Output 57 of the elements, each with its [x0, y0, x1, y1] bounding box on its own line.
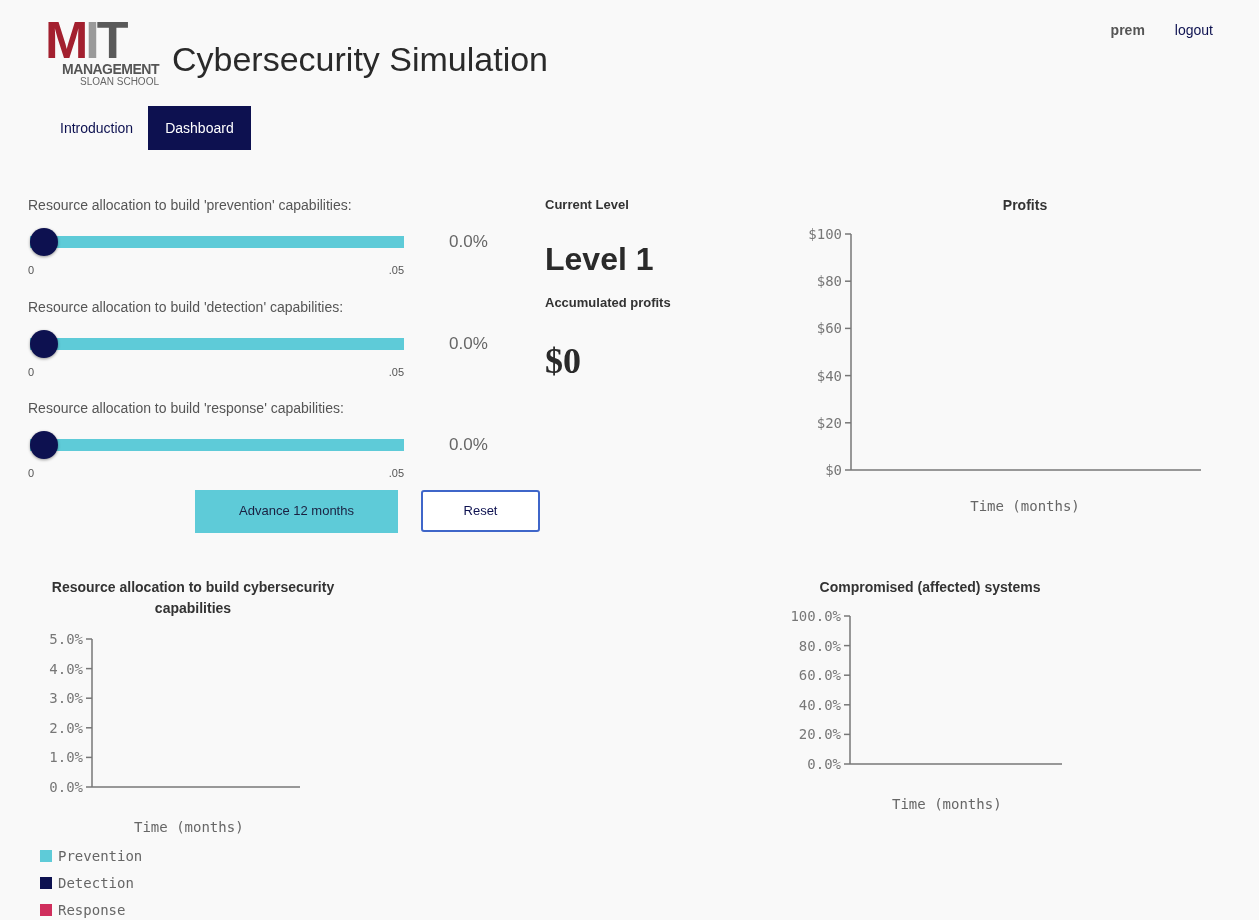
logout-link[interactable]: logout [1174, 20, 1213, 41]
level-value: Level 1 [545, 239, 655, 279]
legend-label: Detection [58, 873, 134, 893]
slider-thumb[interactable] [30, 431, 58, 459]
tick-label: 100.0% [790, 607, 841, 624]
tick-label: $100 [808, 226, 842, 242]
tick-label: $40 [816, 367, 842, 384]
slider-min-label: 0 [28, 263, 35, 278]
advance-button[interactable]: Advance 12 months [195, 489, 398, 533]
reset-button[interactable]: Reset [421, 489, 540, 532]
current-level-heading: Current Level [545, 196, 630, 214]
tick-label: 1.0% [49, 748, 83, 765]
slider-thumb[interactable] [30, 329, 58, 358]
tick-label: 40.0% [798, 696, 841, 713]
tick-label: 80.0% [798, 637, 841, 654]
slider-label: Resource allocation to build 'prevention' capabilities: [28, 196, 353, 215]
slider-min-label: 0 [28, 466, 35, 481]
slider-label: Resource allocation to build 'response' capabilities: [28, 399, 345, 418]
chart-title: Resource allocation to build cybersecurity capabilities [50, 577, 336, 618]
profits-heading: Accumulated profits [545, 293, 672, 312]
nav-tab[interactable]: Dashboard [148, 106, 251, 150]
slider-value: 0.0% [449, 332, 488, 355]
slider-max-label: .05 [388, 364, 404, 380]
slider-label: Resource allocation to build 'detection' capabilities: [28, 297, 345, 317]
chart-title: Compromised (affected) systems [819, 577, 1041, 597]
username: prem [1110, 21, 1145, 40]
slider-max-label: .05 [388, 466, 404, 481]
tick-label: $80 [816, 273, 842, 290]
logo: MIT MANAGEMENT SLOAN SCHOOL [45, 18, 159, 87]
slider-track[interactable] [30, 431, 404, 459]
profits-value: $0 [545, 340, 582, 383]
x-axis-label: Time (months) [892, 794, 1003, 814]
tick-label: $0 [825, 462, 842, 478]
tick-label: 60.0% [798, 666, 841, 683]
slider-value: 0.0% [449, 231, 488, 254]
slider-track[interactable] [30, 228, 404, 256]
tick-label: 3.0% [49, 689, 83, 706]
x-axis-label: Time (months) [134, 817, 245, 837]
tick-label: 20.0% [798, 725, 841, 742]
tick-label: 5.0% [49, 630, 83, 647]
tick-label: 4.0% [49, 660, 83, 677]
tick-label: 2.0% [49, 719, 83, 736]
slider-min-label: 0 [28, 364, 35, 380]
slider-thumb[interactable] [30, 228, 58, 256]
slider-track[interactable] [30, 329, 404, 358]
legend-label: Response [58, 900, 126, 920]
nav-tab[interactable]: Introduction [45, 106, 149, 150]
legend-label: Prevention [58, 846, 143, 866]
tick-label: 0.0% [807, 755, 841, 772]
x-axis-label: Time (months) [970, 497, 1080, 516]
slider-max-label: .05 [388, 263, 404, 278]
tick-label: $60 [816, 320, 842, 337]
tick-label: $20 [816, 414, 842, 431]
chart-title: Profits [1002, 196, 1048, 215]
slider-value: 0.0% [449, 434, 488, 457]
tick-label: 0.0% [49, 778, 83, 795]
app-title: Cybersecurity Simulation [172, 39, 549, 80]
